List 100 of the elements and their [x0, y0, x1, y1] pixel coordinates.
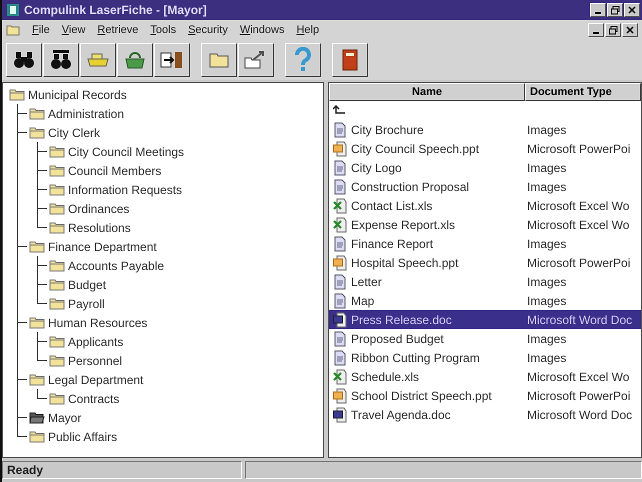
- file-row[interactable]: Travel Agenda.doc Microsoft Word Doc: [329, 405, 641, 424]
- tree-item[interactable]: Personnel: [68, 354, 122, 368]
- close-icon: [626, 26, 634, 34]
- column-header[interactable]: Document Type: [525, 83, 641, 101]
- column-header[interactable]: Name: [329, 83, 525, 101]
- menu-item[interactable]: File: [32, 24, 50, 36]
- file-row[interactable]: Schedule.xls Microsoft Excel Wo: [329, 367, 641, 386]
- toolbar-button[interactable]: [285, 43, 321, 77]
- close-button[interactable]: [622, 23, 638, 37]
- minimize-button[interactable]: [590, 3, 606, 17]
- document-type: Images: [526, 122, 568, 136]
- file-name: City Council Speech.ppt: [351, 142, 480, 156]
- bag-icon: [124, 50, 146, 70]
- tree-item[interactable]: Contracts: [68, 392, 120, 406]
- document-type: Microsoft Word Doc: [526, 408, 634, 422]
- file-name: Ribbon Cutting Program: [351, 350, 480, 364]
- document-icon: [333, 330, 347, 346]
- presentation-file-icon: [333, 254, 347, 270]
- document-icon: [333, 122, 347, 138]
- toolbar-button[interactable]: [6, 43, 42, 77]
- file-row[interactable]: Construction Proposal Images: [329, 177, 641, 196]
- tree-item[interactable]: Human Resources: [48, 316, 148, 330]
- file-row[interactable]: Proposed Budget Images: [329, 329, 641, 348]
- menu-item[interactable]: Retrieve: [97, 24, 138, 36]
- menu-item[interactable]: Help: [296, 24, 320, 36]
- tree-item[interactable]: Public Affairs: [48, 430, 118, 444]
- file-row[interactable]: Hospital Speech.ppt Microsoft PowerPoi: [329, 253, 641, 272]
- document-type: Images: [526, 332, 568, 346]
- restore-button[interactable]: [605, 23, 621, 37]
- document-type: Images: [526, 350, 568, 364]
- file-row[interactable]: Finance Report Images: [329, 234, 641, 253]
- spreadsheet-file-icon: [333, 198, 347, 214]
- toolbar-button[interactable]: [332, 43, 368, 77]
- binoculars-icon: [50, 49, 72, 71]
- tree-item[interactable]: Council Members: [68, 164, 162, 178]
- toolbar-button[interactable]: [117, 43, 153, 77]
- file-row[interactable]: Ribbon Cutting Program Images: [329, 348, 641, 367]
- help-icon: [294, 47, 312, 73]
- tree-item[interactable]: Legal Department: [48, 372, 144, 386]
- file-row[interactable]: Contact List.xls Microsoft Excel Wo: [329, 196, 641, 215]
- tree-item[interactable]: Administration: [48, 106, 124, 120]
- document-type: Microsoft PowerPoi: [526, 256, 632, 270]
- close-icon: [628, 6, 636, 14]
- file-name: Contact List.xls: [351, 198, 432, 212]
- folder-icon: [208, 51, 230, 69]
- tree-item[interactable]: Applicants: [68, 334, 124, 348]
- tree-item[interactable]: Resolutions: [68, 220, 131, 234]
- menu-item[interactable]: Windows: [240, 24, 284, 36]
- file-row[interactable]: City Brochure Images: [329, 120, 641, 139]
- file-name: Finance Report: [351, 236, 434, 250]
- file-name: City Brochure: [351, 122, 424, 136]
- tree-item[interactable]: Budget: [68, 278, 106, 292]
- tree-item[interactable]: Payroll: [68, 296, 105, 310]
- menu-item[interactable]: Security: [188, 24, 228, 36]
- tree-item[interactable]: City Clerk: [48, 126, 100, 140]
- presentation-file-icon: [333, 140, 347, 156]
- document-type: Microsoft PowerPoi: [526, 142, 632, 156]
- file-row[interactable]: School District Speech.ppt Microsoft PowerPoi: [329, 386, 641, 405]
- file-row[interactable]: Map Images: [329, 291, 641, 310]
- minimize-button[interactable]: [588, 23, 604, 37]
- presentation-file-icon: [333, 388, 347, 404]
- spreadsheet-file-icon: [333, 216, 347, 232]
- document-icon: [333, 236, 347, 252]
- parent-folder-icon[interactable]: [333, 104, 347, 116]
- word-file-icon: [333, 406, 347, 422]
- book-icon: [342, 49, 358, 71]
- toolbar-button[interactable]: [43, 43, 79, 77]
- document-type: Images: [526, 294, 568, 308]
- toolbar-button[interactable]: [238, 43, 274, 77]
- binoculars-icon: [13, 50, 35, 70]
- tree-item[interactable]: Mayor: [48, 410, 82, 424]
- document-type: Microsoft PowerPoi: [526, 388, 632, 402]
- tree-item[interactable]: Information Requests: [68, 182, 182, 196]
- restore-button[interactable]: [607, 3, 623, 17]
- folder-icon: [6, 24, 20, 36]
- document-icon: [333, 292, 347, 308]
- restore-icon: [608, 26, 618, 34]
- close-button[interactable]: [624, 3, 640, 17]
- tree-item[interactable]: Ordinances: [68, 202, 130, 216]
- document-icon: [333, 160, 347, 176]
- toolbar-button[interactable]: [80, 43, 116, 77]
- tree-item[interactable]: Finance Department: [48, 240, 157, 254]
- file-row[interactable]: Expense Report.xls Microsoft Excel Wo: [329, 215, 641, 234]
- tree-item[interactable]: Accounts Payable: [68, 258, 164, 272]
- file-name: Construction Proposal: [351, 180, 470, 194]
- file-row[interactable]: Letter Images: [329, 272, 641, 291]
- file-row[interactable]: Press Release.doc Microsoft Word Doc: [329, 310, 641, 329]
- tree-item[interactable]: Municipal Records: [28, 88, 127, 102]
- document-type: Microsoft Excel Wo: [526, 218, 630, 232]
- file-name: Press Release.doc: [351, 312, 452, 326]
- toolbar-button[interactable]: [154, 43, 190, 77]
- file-name: Map: [351, 294, 374, 308]
- tree-item[interactable]: City Council Meetings: [68, 144, 184, 158]
- menu-item[interactable]: View: [62, 24, 86, 36]
- document-icon: [333, 274, 347, 290]
- file-row[interactable]: City Council Speech.ppt Microsoft PowerPoi: [329, 139, 641, 158]
- app-icon: [6, 3, 20, 17]
- menu-item[interactable]: Tools: [150, 24, 176, 36]
- toolbar-button[interactable]: [201, 43, 237, 77]
- file-row[interactable]: City Logo Images: [329, 158, 641, 177]
